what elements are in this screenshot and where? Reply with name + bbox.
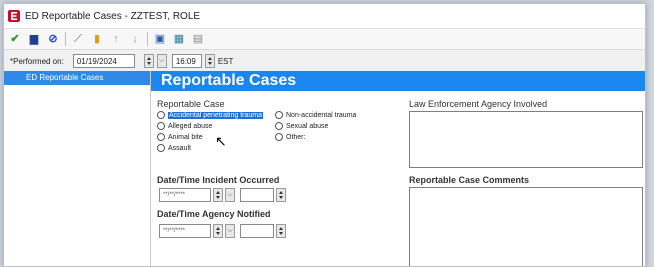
notified-date-dropdown-button[interactable]: ⌵ bbox=[225, 224, 235, 238]
save-icon[interactable]: ▆ bbox=[27, 32, 41, 46]
wand-icon[interactable]: ⟋ bbox=[71, 32, 85, 46]
performed-on-row: *Performed on: 01/19/2024 ⌵ 16:09 EST bbox=[4, 50, 645, 72]
law-enforcement-textbox[interactable] bbox=[409, 111, 643, 168]
performed-time-spinner[interactable] bbox=[204, 54, 215, 68]
reportable-case-label: Reportable Case bbox=[157, 99, 225, 109]
toolbar-separator bbox=[147, 32, 148, 46]
radio-label: Assault bbox=[168, 144, 191, 152]
performed-on-label: *Performed on: bbox=[10, 56, 64, 66]
application-window: ED Reportable Cases - ZZTEST, ROLE ✔ ▆ ⊘… bbox=[3, 3, 646, 267]
notified-datetime-row: **/**/**** ⌵ bbox=[159, 224, 286, 238]
performed-timezone: EST bbox=[217, 56, 234, 66]
notified-date-spinner[interactable] bbox=[213, 224, 223, 238]
display-icon[interactable]: ▣ bbox=[153, 32, 167, 46]
title-bar: ED Reportable Cases - ZZTEST, ROLE bbox=[4, 4, 645, 29]
calendar-icon[interactable]: ▦ bbox=[172, 32, 186, 46]
up-arrow-icon[interactable]: ↑ bbox=[109, 32, 123, 46]
radio-button[interactable] bbox=[275, 122, 283, 130]
radio-button[interactable] bbox=[157, 144, 165, 152]
radio-other[interactable]: Other: bbox=[275, 133, 305, 141]
radio-alleged-abuse[interactable]: Alleged abuse bbox=[157, 122, 212, 130]
radio-button[interactable] bbox=[275, 133, 283, 141]
left-navigation: ED Reportable Cases bbox=[4, 71, 151, 266]
mouse-cursor-icon: ↖ bbox=[215, 133, 227, 149]
performed-date-spinner[interactable] bbox=[143, 54, 154, 68]
toolbar: ✔ ▆ ⊘ ⟋ ▮ ↑ ↓ ▣ ▦ ▤ bbox=[4, 29, 645, 50]
incident-time-input[interactable] bbox=[240, 188, 274, 202]
radio-animal-bite[interactable]: Animal bite bbox=[157, 133, 203, 141]
lock-icon[interactable]: ▮ bbox=[90, 32, 104, 46]
radio-label: Alleged abuse bbox=[168, 122, 213, 130]
performed-date-dropdown-button[interactable]: ⌵ bbox=[156, 54, 167, 68]
radio-non-accidental-trauma[interactable]: Non-accidental trauma bbox=[275, 111, 356, 119]
notified-date-input[interactable]: **/**/**** bbox=[159, 224, 211, 238]
app-icon bbox=[8, 10, 20, 22]
cancel-icon[interactable]: ⊘ bbox=[46, 32, 60, 46]
comments-label: Reportable Case Comments bbox=[409, 175, 530, 185]
down-arrow-icon[interactable]: ↓ bbox=[128, 32, 142, 46]
radio-accidental-penetrating-trauma[interactable]: Accidental penetrating trauma bbox=[157, 111, 263, 119]
radio-label: Accidental penetrating trauma bbox=[168, 111, 263, 119]
page-title: Reportable Cases bbox=[151, 71, 645, 91]
incident-time-spinner[interactable] bbox=[276, 188, 286, 202]
radio-button[interactable] bbox=[157, 122, 165, 130]
law-enforcement-label: Law Enforcement Agency Involved bbox=[409, 99, 548, 109]
incident-datetime-row: **/**/**** ⌵ bbox=[159, 188, 286, 202]
radio-label: Sexual abuse bbox=[286, 122, 329, 130]
notified-time-input[interactable] bbox=[240, 224, 274, 238]
incident-date-dropdown-button[interactable]: ⌵ bbox=[225, 188, 235, 202]
toolbar-separator bbox=[65, 32, 66, 46]
reportable-case-options: Accidental penetrating trauma Alleged ab… bbox=[157, 111, 399, 165]
performed-time-input[interactable]: 16:09 bbox=[171, 54, 202, 68]
radio-button[interactable] bbox=[275, 111, 283, 119]
performed-date-input[interactable]: 01/19/2024 bbox=[72, 54, 135, 68]
agency-notified-label: Date/Time Agency Notified bbox=[157, 209, 271, 219]
nav-item-ed-reportable-cases[interactable]: ED Reportable Cases bbox=[4, 71, 150, 85]
radio-sexual-abuse[interactable]: Sexual abuse bbox=[275, 122, 328, 130]
radio-assault[interactable]: Assault bbox=[157, 144, 191, 152]
form-area: Reportable Cases Reportable Case Acciden… bbox=[151, 71, 645, 266]
incident-date-spinner[interactable] bbox=[213, 188, 223, 202]
notified-time-spinner[interactable] bbox=[276, 224, 286, 238]
comments-textbox[interactable] bbox=[409, 187, 643, 266]
checkmark-icon[interactable]: ✔ bbox=[8, 32, 22, 46]
radio-button[interactable] bbox=[157, 111, 165, 119]
radio-label: Other: bbox=[286, 133, 306, 141]
window-title: ED Reportable Cases - ZZTEST, ROLE bbox=[25, 10, 201, 22]
document-icon[interactable]: ▤ bbox=[191, 32, 205, 46]
incident-occurred-label: Date/Time Incident Occurred bbox=[157, 175, 280, 185]
incident-date-input[interactable]: **/**/**** bbox=[159, 188, 211, 202]
radio-label: Animal bite bbox=[168, 133, 203, 141]
radio-button[interactable] bbox=[157, 133, 165, 141]
radio-label: Non-accidental trauma bbox=[286, 111, 357, 119]
